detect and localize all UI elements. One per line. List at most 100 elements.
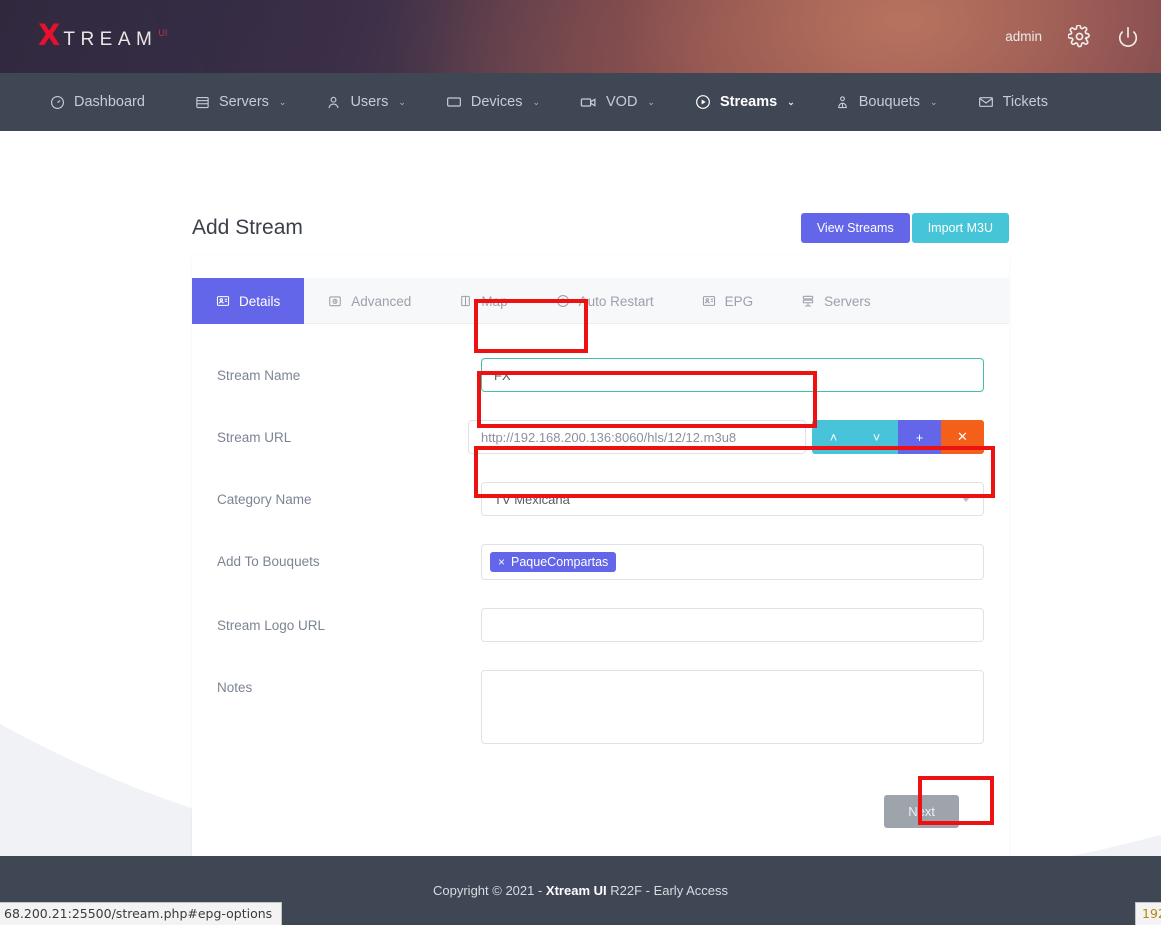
nav-item-vod[interactable]: VOD ⌄ xyxy=(560,73,675,131)
servers-icon xyxy=(195,95,210,110)
bouquet-icon xyxy=(835,95,850,110)
envelope-icon xyxy=(978,94,994,110)
play-circle-icon xyxy=(695,94,711,110)
logo-text: TREAM xyxy=(63,30,157,49)
notes-textarea[interactable] xyxy=(481,670,984,744)
tab-label-advanced: Advanced xyxy=(351,294,411,309)
label-category-name: Category Name xyxy=(217,482,481,507)
category-name-select[interactable]: TV Mexicana xyxy=(481,482,984,516)
video-icon xyxy=(580,94,597,111)
nav-label-streams: Streams xyxy=(720,94,777,110)
tab-servers[interactable]: Servers xyxy=(777,278,895,324)
clock-icon xyxy=(556,294,570,308)
bouquets-tag-input[interactable]: × PaqueCompartas xyxy=(481,544,984,580)
form-row-stream-logo-url: Stream Logo URL xyxy=(217,608,984,642)
label-notes: Notes xyxy=(217,670,481,695)
bouquet-tag[interactable]: × PaqueCompartas xyxy=(490,552,616,572)
tab-details[interactable]: Details xyxy=(192,278,304,324)
form-row-category-name: Category Name TV Mexicana xyxy=(217,482,984,516)
stream-logo-url-input[interactable] xyxy=(481,608,984,642)
form-row-notes: Notes xyxy=(217,670,984,749)
footer-brand: Xtream UI xyxy=(546,883,607,898)
form-row-bouquets: Add To Bouquets × PaqueCompartas xyxy=(217,544,984,580)
details-icon xyxy=(216,294,230,308)
tab-advanced[interactable]: Advanced xyxy=(304,278,435,324)
view-streams-button[interactable]: View Streams xyxy=(801,213,910,243)
nav-item-devices[interactable]: Devices ⌄ xyxy=(426,73,560,131)
add-stream-card: Details Advanced xyxy=(192,256,1009,925)
nav-item-tickets[interactable]: Tickets xyxy=(958,73,1078,131)
nav-label-bouquets: Bouquets xyxy=(859,94,920,110)
chevron-down-icon-servers: ⌄ xyxy=(279,97,287,108)
browser-status-bar-link: 68.200.21:25500/stream.php#epg-options xyxy=(0,902,282,925)
field-notes xyxy=(481,670,984,749)
dashboard-icon xyxy=(50,95,65,110)
field-category-name: TV Mexicana xyxy=(481,482,984,516)
chevron-down-icon-category[interactable] xyxy=(960,495,972,502)
xtream-logo[interactable]: X TREAM UI xyxy=(38,21,167,50)
form-row-stream-url: Stream URL ˄ ˅ + ✕ xyxy=(217,420,984,454)
nav-label-vod: VOD xyxy=(606,94,637,110)
stream-url-group: ˄ ˅ + ✕ xyxy=(468,420,984,454)
form-tabs: Details Advanced xyxy=(192,278,1009,324)
remove-url-button[interactable]: ✕ xyxy=(941,420,984,454)
stream-url-buttons: ˄ ˅ + ✕ xyxy=(812,420,984,454)
category-selected-value: TV Mexicana xyxy=(494,492,570,507)
next-button[interactable]: Next xyxy=(884,795,959,828)
footer-copyright: Copyright © 2021 - Xtream UI R22F - Earl… xyxy=(433,883,728,898)
label-stream-url: Stream URL xyxy=(217,420,468,445)
tab-map[interactable]: Map xyxy=(435,278,531,324)
bouquet-tag-label: PaqueCompartas xyxy=(511,555,608,569)
chevron-down-icon-streams: ⌄ xyxy=(787,97,795,108)
epg-icon xyxy=(702,294,716,308)
add-stream-form: Stream Name Stream URL ˄ ˅ xyxy=(192,324,1009,828)
logo-letter-x: X xyxy=(38,21,60,50)
power-icon[interactable] xyxy=(1117,26,1139,48)
nav-item-bouquets[interactable]: Bouquets ⌄ xyxy=(815,73,958,131)
advanced-icon xyxy=(328,294,342,308)
logo-superscript: UI xyxy=(158,28,167,38)
gear-icon[interactable] xyxy=(1068,25,1091,48)
chevron-down-icon-users: ⌄ xyxy=(398,97,406,108)
nav-item-servers[interactable]: Servers ⌄ xyxy=(175,73,307,131)
tab-label-details: Details xyxy=(239,294,280,309)
stream-name-input[interactable] xyxy=(481,358,984,392)
corner-partial-chip: 192 xyxy=(1135,902,1161,925)
stream-url-input[interactable] xyxy=(468,420,806,454)
field-stream-name xyxy=(481,358,984,392)
app-window: X TREAM UI admin xyxy=(0,0,1161,925)
devices-icon xyxy=(446,94,462,110)
main-navigation: Dashboard Servers ⌄ Users ⌄ xyxy=(0,73,1161,131)
label-stream-name: Stream Name xyxy=(217,358,481,383)
nav-item-dashboard[interactable]: Dashboard xyxy=(30,73,175,131)
field-stream-logo-url xyxy=(481,608,984,642)
nav-label-devices: Devices xyxy=(471,94,523,110)
move-up-button[interactable]: ˄ xyxy=(812,420,855,454)
servers-stack-icon xyxy=(801,294,815,308)
label-bouquets: Add To Bouquets xyxy=(217,544,481,569)
field-stream-url: ˄ ˅ + ✕ xyxy=(468,420,984,454)
tab-label-servers: Servers xyxy=(824,294,871,309)
label-stream-logo-url: Stream Logo URL xyxy=(217,608,481,633)
tab-auto-restart[interactable]: Auto Restart xyxy=(532,278,678,324)
nav-label-servers: Servers xyxy=(219,94,269,110)
user-icon xyxy=(326,95,341,110)
content-area: Add Stream View Streams Import M3U Detai… xyxy=(0,131,1161,925)
page-title: Add Stream xyxy=(192,216,303,240)
username-label[interactable]: admin xyxy=(1005,29,1042,44)
add-url-button[interactable]: + xyxy=(898,420,941,454)
nav-item-users[interactable]: Users ⌄ xyxy=(306,73,425,131)
chevron-down-icon-bouquets: ⌄ xyxy=(930,97,938,108)
map-icon xyxy=(459,294,472,308)
close-icon[interactable]: × xyxy=(498,555,505,569)
tab-label-auto-restart: Auto Restart xyxy=(579,294,654,309)
tab-epg[interactable]: EPG xyxy=(678,278,778,324)
import-m3u-button[interactable]: Import M3U xyxy=(912,213,1009,243)
nav-item-streams[interactable]: Streams ⌄ xyxy=(675,73,815,131)
page-header: Add Stream View Streams Import M3U xyxy=(192,213,1009,243)
top-brand-bar: X TREAM UI admin xyxy=(0,0,1161,73)
category-select-wrap: TV Mexicana xyxy=(481,482,984,516)
footer-copyright-post: R22F - Early Access xyxy=(607,883,728,898)
move-down-button[interactable]: ˅ xyxy=(855,420,898,454)
chevron-down-icon-devices: ⌄ xyxy=(532,97,540,108)
